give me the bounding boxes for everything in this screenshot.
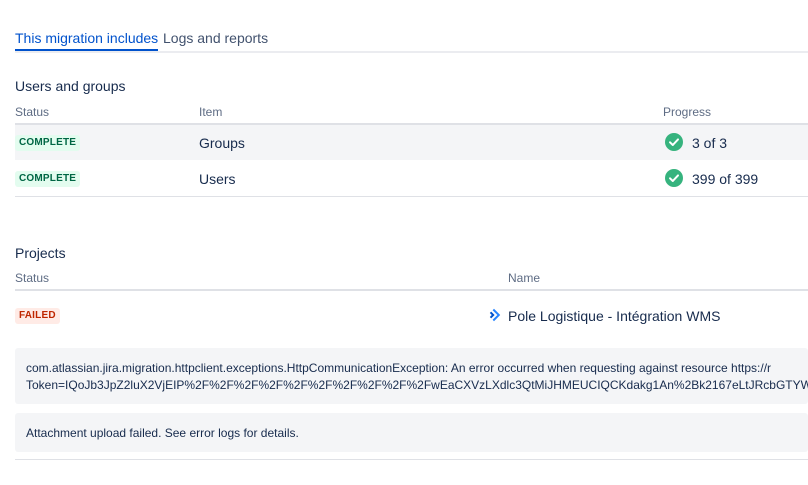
users-item-column-header: Item [199,105,223,119]
check-circle-icon [665,169,683,187]
projects-heading: Projects [15,245,66,261]
progress-count: 399 of 399 [692,171,759,187]
status-badge: COMPLETE [15,171,81,187]
migration-details-page: This migration includes Logs and reports… [0,0,808,485]
projects-table-bottom-divider [15,459,808,460]
attachment-error-box: Attachment upload failed. See error logs… [15,413,808,452]
users-status-column-header: Status [15,105,50,119]
item-name: Groups [199,135,245,151]
table-row [15,125,808,160]
status-badge: COMPLETE [15,135,81,151]
tab-bar: This migration includes Logs and reports [15,27,808,53]
status-badge: FAILED [15,308,60,324]
attachment-error-message: Attachment upload failed. See error logs… [26,426,299,440]
check-circle-icon [665,133,683,151]
users-table-bottom-divider [15,196,808,197]
tab-logs-and-reports[interactable]: Logs and reports [163,30,268,46]
error-message-box: com.atlassian.jira.migration.httpclient.… [15,348,808,404]
projects-name-column-header: Name [508,271,541,285]
item-name: Users [199,171,236,187]
users-groups-heading: Users and groups [15,78,126,94]
error-message-line: Token=IQoJb3JpZ2luX2VjEIP%2F%2F%2F%2F%2F… [26,378,808,392]
tab-this-migration-includes[interactable]: This migration includes [15,30,159,51]
projects-header-divider [15,289,808,291]
progress-count: 3 of 3 [692,135,728,151]
error-message-line: com.atlassian.jira.migration.httpclient.… [26,361,772,375]
project-name[interactable]: Pole Logistique - Intégration WMS [508,308,720,324]
users-progress-column-header: Progress [663,105,712,119]
jira-project-icon [489,308,501,322]
projects-status-column-header: Status [15,271,50,285]
